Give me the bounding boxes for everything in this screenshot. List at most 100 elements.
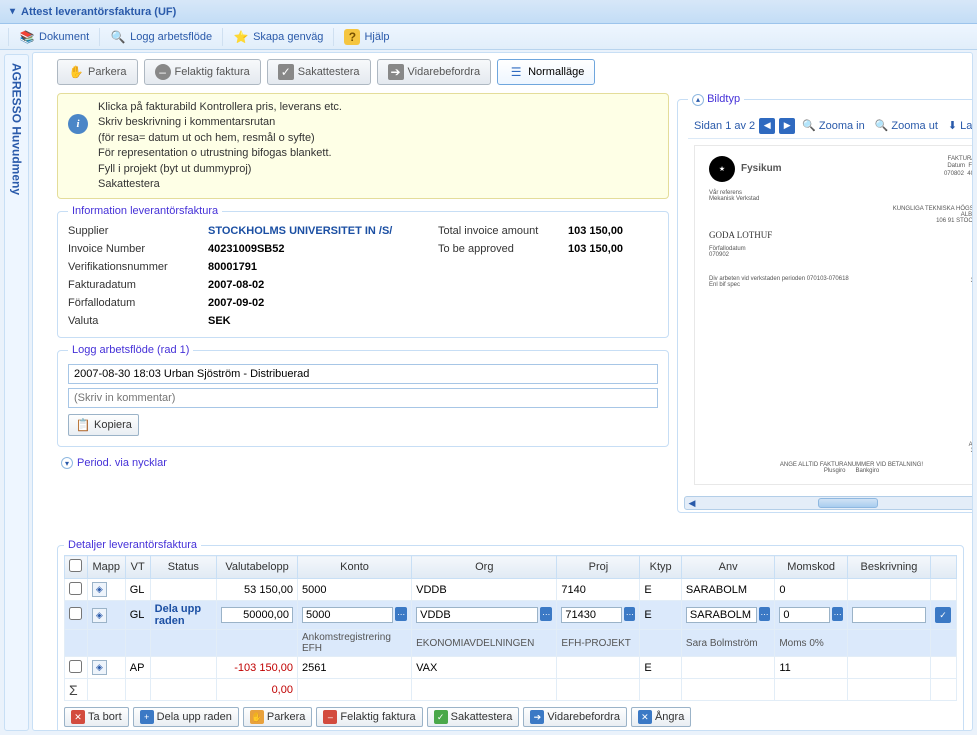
moms-input[interactable] (779, 607, 830, 623)
belopp-input[interactable] (221, 607, 293, 623)
lookup-icon[interactable]: ⋯ (540, 607, 552, 621)
check-icon: ✓ (434, 710, 448, 724)
next-page-button[interactable]: ▶ (779, 118, 795, 134)
log-fieldset: Logg arbetsflöde (rad 1) 2007-08-30 18:0… (57, 344, 669, 447)
minus-circle-icon: – (155, 64, 171, 80)
menu-dokument[interactable]: 📚 Dokument (13, 26, 95, 48)
supplier-value[interactable]: STOCKHOLMS UNIVERSITET IN /S/ (208, 225, 438, 237)
table-row[interactable]: ◈ GL 53 150,00 5000 VDDB 7140 E SARABOLM… (65, 579, 957, 601)
lookup-icon[interactable]: ⋯ (395, 607, 407, 621)
window-titlebar: ▾ Attest leverantörsfaktura (UF) (0, 0, 977, 24)
minus-circle-icon: – (323, 710, 337, 724)
zoom-out-button[interactable]: 🔍Zooma ut (872, 118, 941, 133)
scroll-thumb[interactable] (818, 498, 878, 508)
angra-button[interactable]: ✕Ångra (631, 707, 691, 727)
table-row-desc: Ankomstregistrering EFH EKONOMIAVDELNING… (65, 630, 957, 657)
row-checkbox[interactable] (69, 582, 82, 595)
details-fieldset: Detaljer leverantörsfaktura Mapp VT Stat… (57, 539, 964, 731)
log-entry: 2007-08-30 18:03 Urban Sjöström - Distri… (68, 364, 658, 384)
invno-label: Invoice Number (68, 243, 208, 255)
table-row[interactable]: ◈ AP -103 150,00 2561 VAX E 11 (65, 657, 957, 679)
sidebar[interactable]: AGRESSO Huvudmeny (4, 54, 29, 731)
info-icon: i (68, 114, 88, 134)
copy-icon: 📋 (75, 417, 91, 433)
hand-icon: ✋ (68, 64, 84, 80)
fdate-label: Fakturadatum (68, 279, 208, 291)
document-preview[interactable]: ★ Fysikum FAKTURA Sid 1Datum Fakturanr07… (694, 145, 973, 485)
lookup-icon[interactable]: ⋯ (832, 607, 843, 621)
scroll-left-icon[interactable]: ◀ (685, 497, 699, 509)
menu-help[interactable]: ? Hjälp (338, 26, 395, 48)
action-toolbar: ✋ Parkera – Felaktig faktura ✓ Sakattest… (57, 59, 964, 85)
parkera-button[interactable]: ✋ Parkera (57, 59, 138, 85)
info-box: i Klicka på fakturabild Kontrollera pris… (57, 93, 669, 199)
log-legend: Logg arbetsflöde (rad 1) (68, 344, 193, 356)
details-table: Mapp VT Status Valutabelopp Konto Org Pr… (64, 555, 957, 701)
sigma-icon: Σ (69, 682, 78, 698)
invno-value: 40231009SB52 (208, 243, 438, 255)
comment-input[interactable] (68, 388, 658, 408)
lookup-icon[interactable]: ⋯ (759, 607, 771, 621)
table-row-selected[interactable]: ◈ GL Dela upp raden ⋯ ⋯ ⋯ E ⋯ ⋯ ✓ (65, 601, 957, 630)
folder-icon[interactable]: ◈ (92, 660, 107, 675)
fdate-value: 2007-08-02 (208, 279, 438, 291)
select-all-checkbox[interactable] (69, 559, 82, 572)
magnifier-icon: 🔍 (110, 29, 126, 45)
x-icon: ✕ (71, 710, 85, 724)
row-parkera-button[interactable]: ✋Parkera (243, 707, 313, 727)
row-checkbox[interactable] (69, 607, 82, 620)
total-value: 103 150,00 (568, 225, 658, 237)
verif-label: Verifikationsnummer (68, 261, 208, 273)
period-via-nycklar-toggle[interactable]: ▾ Period. via nycklar (61, 457, 669, 469)
normallage-button[interactable]: ☰ Normalläge (497, 59, 595, 85)
zoom-out-icon: 🔍 (875, 119, 889, 132)
folder-icon[interactable]: ◈ (92, 582, 107, 597)
handwritten-note: GODA LOTHUF (709, 230, 973, 240)
folder-icon[interactable]: ◈ (92, 608, 107, 623)
valuta-label: Valuta (68, 315, 208, 327)
image-legend: Bildtyp (707, 93, 740, 105)
invoice-info-fieldset: Information leverantörsfaktura Supplier … (57, 205, 669, 338)
beskrivning-input[interactable] (852, 607, 926, 623)
chevron-down-icon: ▾ (61, 457, 73, 469)
anv-input[interactable] (686, 607, 757, 623)
lookup-icon[interactable]: ⋯ (624, 607, 635, 621)
row-felaktig-button[interactable]: –Felaktig faktura (316, 707, 422, 727)
zoom-in-button[interactable]: 🔍Zooma in (799, 118, 868, 133)
approve-label: To be approved (438, 243, 568, 255)
x-icon: ✕ (638, 710, 652, 724)
konto-input[interactable] (302, 607, 393, 623)
prev-page-button[interactable]: ◀ (759, 118, 775, 134)
proj-input[interactable] (561, 607, 622, 623)
list-icon: ☰ (508, 64, 524, 80)
row-checkbox[interactable] (69, 660, 82, 673)
table-sum-row: Σ 0,00 (65, 679, 957, 701)
row-sakattestera-button[interactable]: ✓Sakattestera (427, 707, 520, 727)
valuta-value: SEK (208, 315, 438, 327)
help-icon: ? (344, 29, 360, 45)
download-icon: ⬇ (948, 119, 957, 132)
org-input[interactable] (416, 607, 538, 623)
vidarebefordra-button[interactable]: ➔ Vidarebefordra (377, 59, 492, 85)
info-text: Klicka på fakturabild Kontrollera pris, … (98, 100, 342, 192)
zoom-in-icon: 🔍 (802, 119, 816, 132)
main-panel: ✋ Parkera – Felaktig faktura ✓ Sakattest… (32, 52, 973, 731)
image-scrollbar[interactable]: ◀ ▶ (684, 496, 973, 510)
download-button[interactable]: ⬇Ladda ne (945, 118, 973, 133)
felaktig-faktura-button[interactable]: – Felaktig faktura (144, 59, 261, 85)
chevron-up-icon[interactable]: ▴ (692, 94, 704, 106)
check-icon: ✓ (278, 64, 294, 80)
row-actions-toolbar: ✕Ta bort +Dela upp raden ✋Parkera –Felak… (64, 707, 957, 727)
chevron-down-icon[interactable]: ▾ (10, 6, 15, 17)
sakattestera-button[interactable]: ✓ Sakattestera (267, 59, 371, 85)
row-status-link[interactable]: Dela upp raden (150, 601, 216, 630)
menu-skapa-genvag[interactable]: ⭐ Skapa genväg (227, 26, 329, 48)
dela-upp-button[interactable]: +Dela upp raden (133, 707, 239, 727)
kopiera-button[interactable]: 📋 Kopiera (68, 414, 139, 436)
ta-bort-button[interactable]: ✕Ta bort (64, 707, 129, 727)
row-confirm-icon[interactable]: ✓ (935, 607, 951, 623)
doc-logo-icon: ★ (709, 156, 735, 182)
sidebar-label: AGRESSO Huvudmeny (10, 63, 24, 195)
menu-logg-arbetsflode[interactable]: 🔍 Logg arbetsflöde (104, 26, 218, 48)
row-vidarebefordra-button[interactable]: ➔Vidarebefordra (523, 707, 627, 727)
